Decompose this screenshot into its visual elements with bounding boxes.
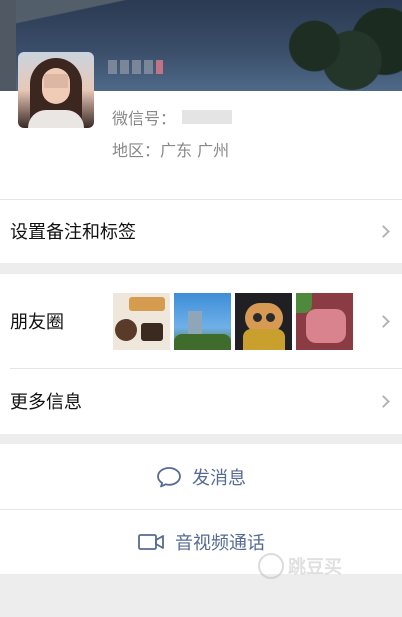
chat-bubble-icon — [156, 465, 182, 489]
remark-tags-row[interactable]: 设置备注和标签 — [0, 199, 402, 263]
video-camera-icon — [137, 532, 165, 552]
region-label: 地区： — [112, 141, 161, 160]
remark-tags-label: 设置备注和标签 — [10, 222, 136, 243]
chevron-right-icon — [377, 314, 390, 328]
moments-row[interactable]: 朋友圈 — [0, 274, 402, 368]
remark-tags-block: 设置备注和标签 — [0, 199, 402, 263]
more-info-row[interactable]: 更多信息 — [0, 368, 402, 434]
moments-photo-meat — [296, 293, 353, 350]
wechat-id-blurred — [182, 110, 233, 124]
region-row: 地区：广东 广州 — [112, 137, 229, 161]
send-message-label: 发消息 — [192, 467, 246, 489]
wechat-id-row: 微信号： — [112, 105, 233, 129]
info-block: 朋友圈 更多信息 — [0, 274, 402, 434]
nickname-blurred — [108, 60, 163, 74]
watermark-logo-icon — [258, 553, 284, 579]
region-value: 广东 广州 — [160, 141, 230, 160]
moments-photo-food — [113, 293, 170, 350]
cover-pillar — [0, 0, 16, 91]
moments-label: 朋友圈 — [10, 312, 64, 333]
send-message-button[interactable]: 发消息 — [0, 444, 402, 509]
moments-photo-sky — [174, 293, 231, 350]
moments-photo-cat — [235, 293, 292, 350]
watermark-text: 跳豆买 — [288, 557, 342, 578]
watermark: 跳豆买 — [258, 553, 342, 579]
chevron-right-icon — [377, 394, 390, 408]
avatar[interactable] — [18, 52, 94, 128]
cover-tree — [262, 8, 402, 91]
video-call-label: 音视频通话 — [175, 532, 265, 554]
more-info-label: 更多信息 — [10, 392, 82, 413]
chevron-right-icon — [377, 224, 390, 238]
moments-thumbnails — [113, 293, 353, 350]
wechat-id-label: 微信号： — [112, 109, 177, 128]
